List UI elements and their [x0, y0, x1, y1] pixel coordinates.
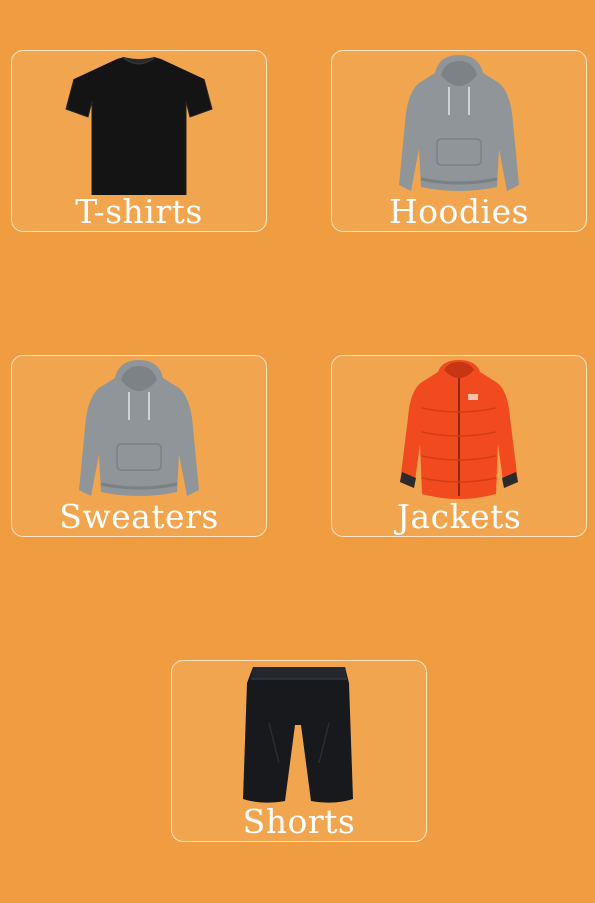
shorts-icon [243, 667, 353, 803]
category-label: Hoodies [388, 192, 530, 231]
sweater-icon [79, 360, 199, 496]
category-label: Sweaters [59, 497, 219, 536]
shorts-image [172, 663, 426, 809]
category-card-shorts[interactable]: Shorts [171, 660, 427, 842]
category-card-hoodies[interactable]: Hoodies [331, 50, 587, 232]
category-label: Shorts [242, 802, 356, 841]
category-label: T-shirts [75, 192, 203, 231]
category-card-sweaters[interactable]: Sweaters [11, 355, 267, 537]
category-card-jackets[interactable]: Jackets [331, 355, 587, 537]
tshirt-icon [65, 57, 213, 195]
jacket-image [332, 358, 586, 504]
category-card-tshirts[interactable]: T-shirts [11, 50, 267, 232]
sweater-image [12, 358, 266, 504]
hoodie-image [332, 53, 586, 199]
jacket-icon [400, 360, 518, 499]
tshirt-image [12, 53, 266, 199]
category-label: Jackets [396, 497, 522, 536]
hoodie-icon [399, 55, 519, 191]
